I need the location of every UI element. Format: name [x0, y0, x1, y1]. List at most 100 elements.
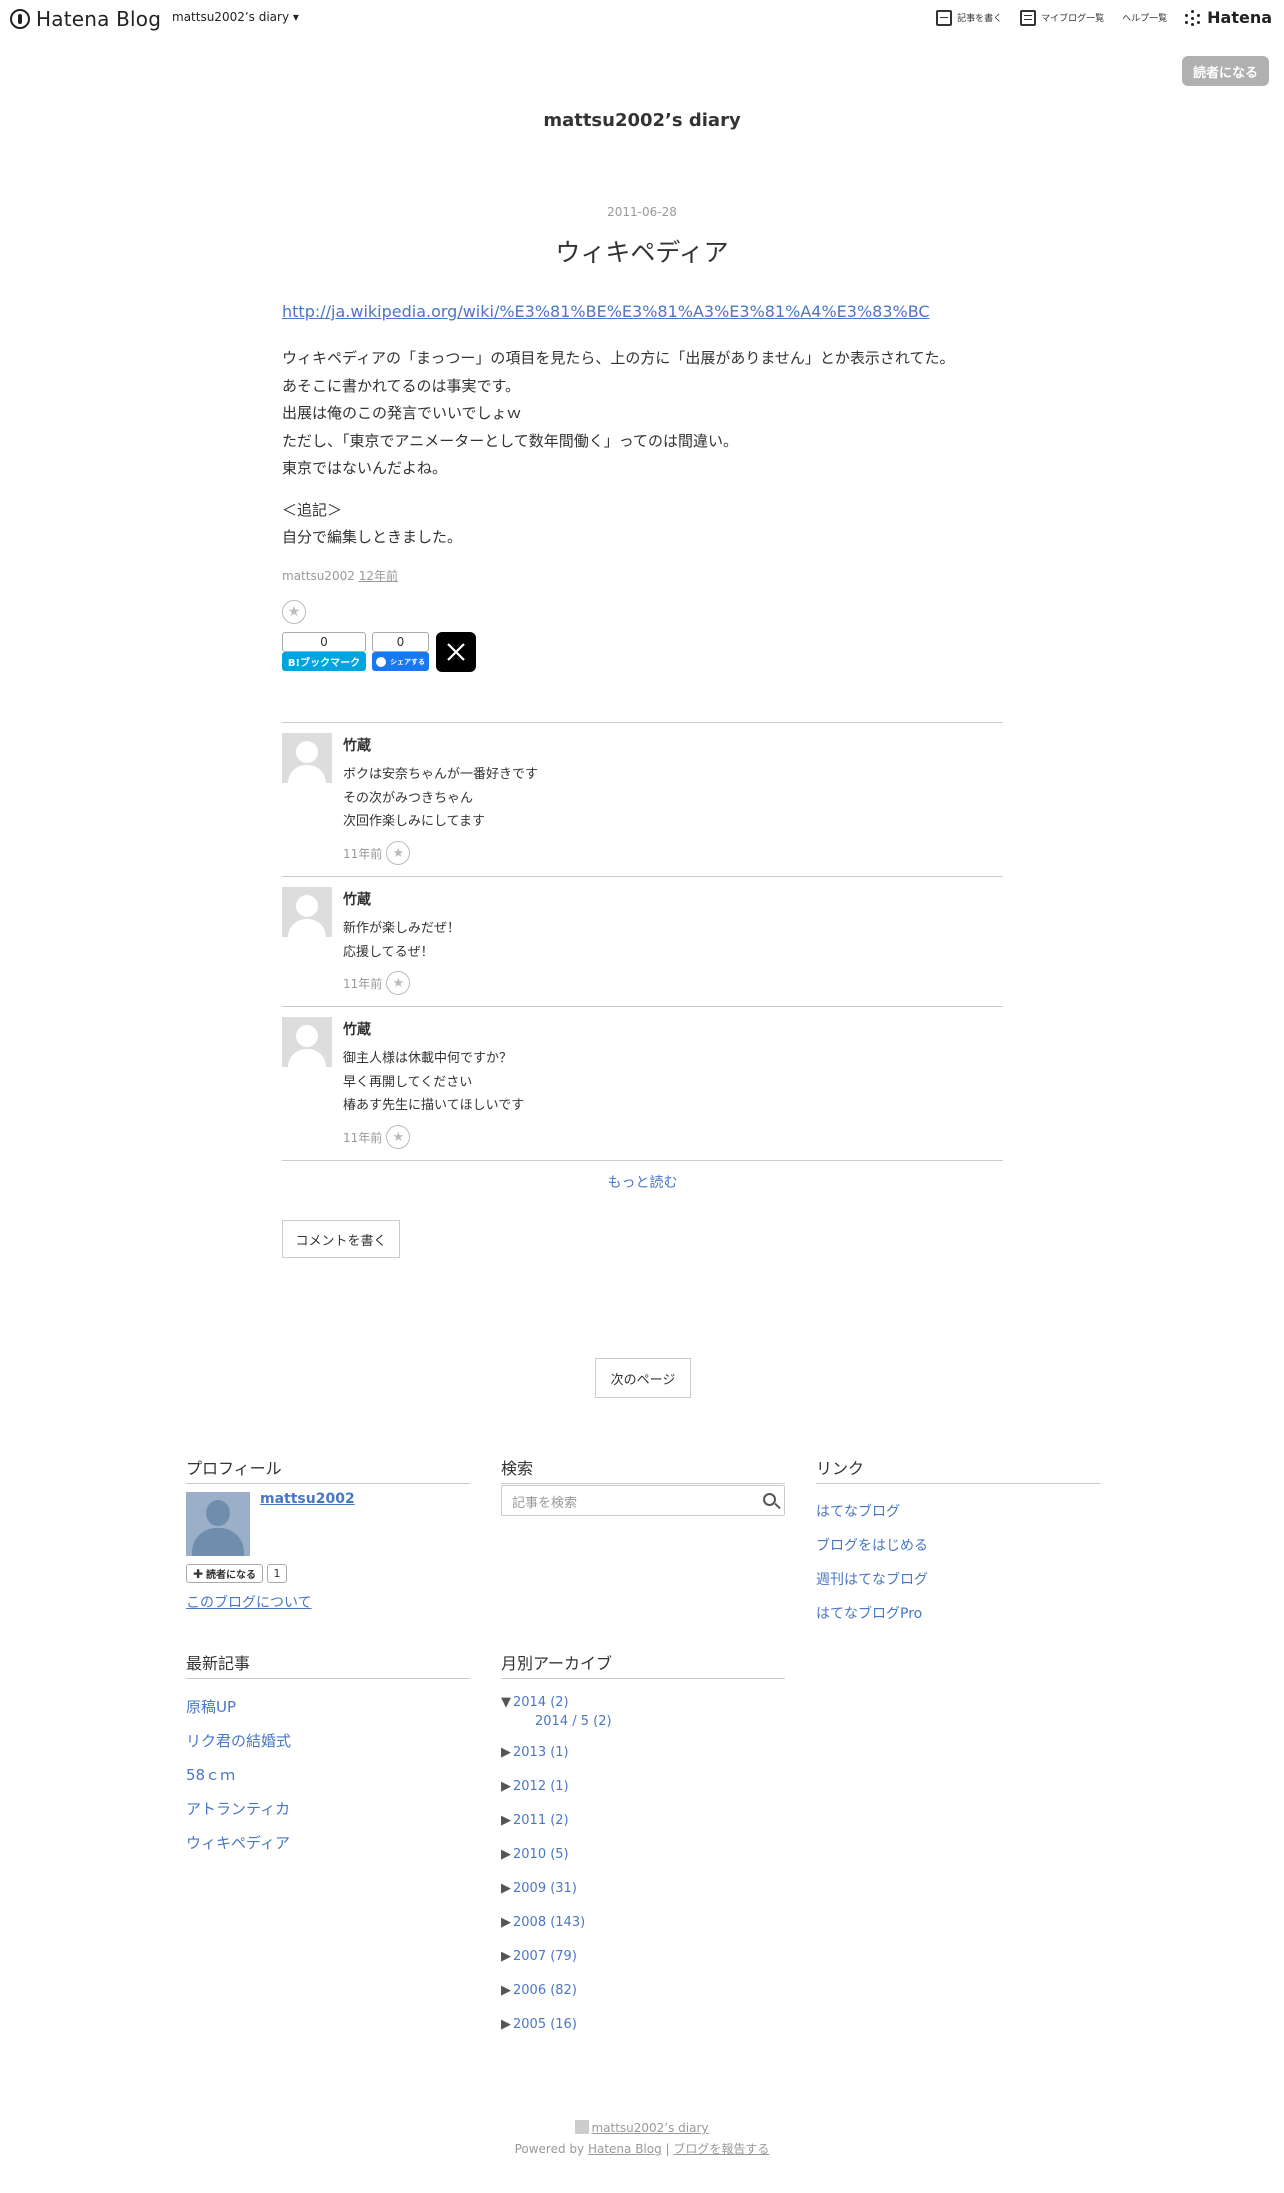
hatena-menu[interactable]: Hatena — [1185, 8, 1272, 27]
archive-year-link[interactable]: 2012 (1) — [513, 1779, 569, 1794]
comment-time[interactable]: 11年前 — [343, 975, 382, 992]
more-comments-link[interactable]: もっと読む — [608, 1175, 678, 1191]
write-entry-link[interactable]: 記事を書く — [936, 9, 1002, 26]
link-item[interactable]: はてなブログ — [816, 1504, 900, 1520]
hatena-blog-link[interactable]: Hatena Blog — [588, 2142, 662, 2156]
my-blogs-link[interactable]: マイブログ一覧 — [1020, 9, 1104, 26]
subscriber-count: 1 — [267, 1564, 287, 1583]
write-comment-button[interactable]: コメントを書く — [282, 1220, 400, 1258]
x-share-button[interactable] — [436, 632, 476, 672]
archive-year-link[interactable]: 2011 (2) — [513, 1813, 569, 1828]
link-item[interactable]: 週刊はてなブログ — [816, 1572, 928, 1588]
comment-meta: 11年前 ★ — [343, 971, 411, 995]
entry-body: ウィキペディアの「まっつー」の項目を見たら、上の方に「出展がありません」とか表示… — [282, 345, 1003, 566]
next-page-button[interactable]: 次のページ — [595, 1358, 691, 1398]
triangle-right-icon: ▶ — [501, 1983, 511, 1998]
add-star-icon[interactable]: ★ — [386, 841, 411, 865]
triangle-right-icon: ▶ — [501, 2017, 511, 2032]
about-blog-link[interactable]: このブログについて — [186, 1592, 312, 1612]
hatena-bookmark-button[interactable]: 0 B!ブックマーク — [282, 632, 366, 671]
recent-entry-link[interactable]: リク君の結婚式 — [186, 1732, 291, 1750]
logo-text: Hatena Blog — [36, 7, 162, 31]
blog-title[interactable]: mattsu2002’s diary — [0, 110, 1284, 131]
triangle-down-icon: ▼ — [501, 1695, 511, 1710]
recent-entry-link[interactable]: 原稿UP — [186, 1698, 236, 1716]
archive-year[interactable]: ▶ 2005 (16) — [501, 2008, 612, 2042]
add-star-icon[interactable]: ★ — [386, 971, 411, 995]
archive-year-link[interactable]: 2006 (82) — [513, 1983, 577, 1998]
archive-year[interactable]: ▶ 2006 (82) — [501, 1974, 612, 2008]
comment-time[interactable]: 11年前 — [343, 1129, 382, 1146]
subscribe-button[interactable]: 読者になる — [1182, 56, 1269, 86]
comment-text: 御主人様は休載中何ですか？ 早く再開してください 椿あす先生に描いてほしいです — [343, 1047, 524, 1118]
comment-avatar[interactable] — [282, 1017, 332, 1067]
comment-avatar[interactable] — [282, 887, 332, 937]
profile-name[interactable]: mattsu2002 — [260, 1491, 355, 1507]
search-icon[interactable] — [763, 1493, 776, 1506]
comment-item: 竹蔵 新作が楽しみだぜ！ 応援してるぜ！ 11年前 ★ — [282, 877, 1003, 1007]
archive-year[interactable]: ▶ 2013 (1) — [501, 1736, 612, 1770]
archive-year-link[interactable]: 2005 (16) — [513, 2017, 577, 2032]
blog-favicon-icon — [575, 2120, 590, 2134]
triangle-right-icon: ▶ — [501, 1881, 511, 1896]
comment-item: 竹蔵 御主人様は休載中何ですか？ 早く再開してください 椿あす先生に描いてほしい… — [282, 1007, 1003, 1161]
entry-external-link-wrap: http://ja.wikipedia.org/wiki/%E3%81%BE%E… — [282, 302, 1003, 321]
body-line: ウィキペディアの「まっつー」の項目を見たら、上の方に「出展がありません」とか表示… — [282, 349, 955, 367]
blog-switcher[interactable]: mattsu2002’s diary ▾ — [172, 10, 299, 24]
links-module: リンク はてなブログ ブログをはじめる 週刊はてなブログ はてなブログPro — [816, 1455, 1100, 1635]
module-title: 検索 — [501, 1455, 785, 1484]
recent-entries-module: 最新記事 原稿UP リク君の結婚式 58ｃｍ アトランティカ ウィキペディア — [186, 1650, 470, 1860]
recent-entry-link[interactable]: アトランティカ — [186, 1800, 290, 1818]
body-line: ただし、「東京でアニメーターとして数年間働く」ってのは間違い。 — [282, 431, 739, 450]
report-blog-link[interactable]: ブログを報告する — [673, 2142, 769, 2156]
archive-year-link[interactable]: 2013 (1) — [513, 1745, 569, 1760]
pencil-icon — [936, 9, 953, 26]
profile-subscribe-button[interactable]: ✚ 読者になる — [186, 1564, 263, 1583]
powered-by-text: Powered by — [514, 2142, 585, 2156]
archive-year-link[interactable]: 2014 (2) — [513, 1695, 569, 1710]
comment-author[interactable]: 竹蔵 — [343, 1019, 371, 1039]
archive-year-link[interactable]: 2010 (5) — [513, 1847, 569, 1862]
add-star-icon[interactable]: ★ — [282, 600, 306, 624]
recent-entry-link[interactable]: 58ｃｍ — [186, 1766, 235, 1784]
hatena-blog-logo[interactable]: Hatena Blog — [10, 7, 161, 31]
entry-title[interactable]: ウィキペディア — [0, 233, 1284, 269]
triangle-right-icon: ▶ — [501, 1949, 511, 1964]
profile-avatar[interactable] — [186, 1492, 250, 1556]
search-input[interactable]: 記事を検索 — [501, 1485, 785, 1516]
footer: mattsu2002’s diary Powered by Hatena Blo… — [0, 2118, 1284, 2160]
archive-year[interactable]: ▶ 2008 (143) — [501, 1906, 612, 1940]
comment-line: 新作が楽しみだぜ！ — [343, 921, 461, 936]
module-title: プロフィール — [186, 1455, 470, 1484]
link-item[interactable]: はてなブログPro — [816, 1606, 922, 1622]
link-item[interactable]: ブログをはじめる — [816, 1538, 928, 1554]
archive-year[interactable]: ▶ 2007 (79) — [501, 1940, 612, 1974]
archive-month-link[interactable]: 2014 / 5 (2) — [535, 1714, 612, 1729]
wikipedia-link[interactable]: http://ja.wikipedia.org/wiki/%E3%81%BE%E… — [282, 302, 930, 321]
entry-permalink[interactable]: 12年前 — [359, 569, 398, 583]
footer-separator: | — [665, 2142, 670, 2156]
more-comments-wrap: もっと読む — [282, 1172, 1003, 1192]
recent-entry-link[interactable]: ウィキペディア — [186, 1834, 290, 1852]
entry-footer: mattsu2002 12年前 — [282, 567, 1003, 584]
comment-avatar[interactable] — [282, 733, 332, 783]
archive-year-link[interactable]: 2007 (79) — [513, 1949, 577, 1964]
archive-year[interactable]: ▶ 2011 (2) — [501, 1804, 612, 1838]
archive-year-link[interactable]: 2009 (31) — [513, 1881, 577, 1896]
facebook-icon — [376, 656, 386, 667]
hatena-label: Hatena — [1207, 8, 1272, 27]
footer-blog-link[interactable]: mattsu2002’s diary — [591, 2121, 708, 2135]
archive-year-link[interactable]: 2008 (143) — [513, 1915, 585, 1930]
archive-year[interactable]: ▶ 2010 (5) — [501, 1838, 612, 1872]
archive-year[interactable]: ▶ 2012 (1) — [501, 1770, 612, 1804]
module-title: 月別アーカイブ — [501, 1650, 785, 1679]
add-star-icon[interactable]: ★ — [386, 1125, 411, 1149]
comment-author[interactable]: 竹蔵 — [343, 889, 371, 909]
facebook-share-button[interactable]: 0 シェアする — [372, 632, 429, 671]
comment-author[interactable]: 竹蔵 — [343, 735, 371, 755]
entry-author: mattsu2002 — [282, 569, 355, 583]
archive-year[interactable]: ▶ 2009 (31) — [501, 1872, 612, 1906]
entry-date[interactable]: 2011-06-28 — [0, 205, 1284, 219]
comment-time[interactable]: 11年前 — [343, 845, 382, 862]
help-link[interactable]: ヘルプ一覧 — [1122, 11, 1167, 24]
